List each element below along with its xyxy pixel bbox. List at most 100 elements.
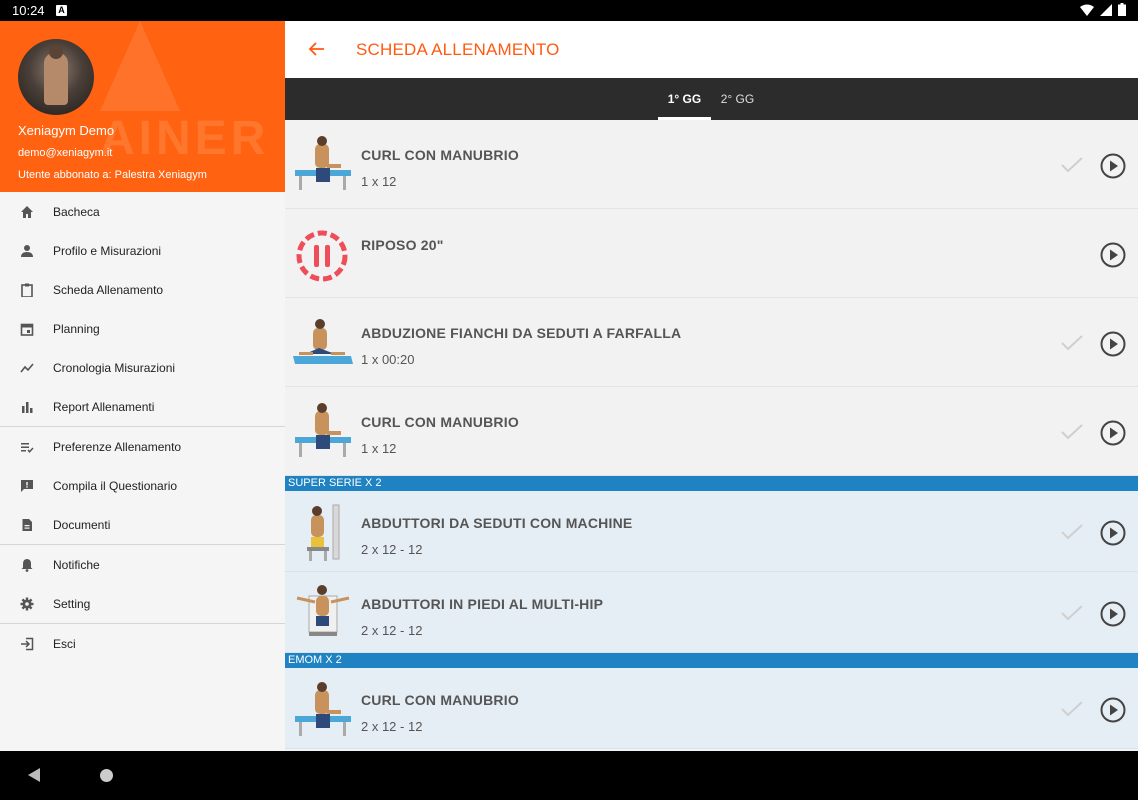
check-icon[interactable] bbox=[1060, 604, 1084, 622]
menu-item-preferenze[interactable]: Preferenze Allenamento bbox=[0, 427, 285, 466]
menu-item-esci[interactable]: Esci bbox=[0, 624, 285, 663]
navigation-drawer: AINER Xeniagym Demo demo@xeniagym.it Ute… bbox=[0, 21, 285, 751]
main-content: SCHEDA ALLENAMENTO 1° GG 2° GG CURL CON … bbox=[285, 21, 1138, 751]
day-tabs: 1° GG 2° GG bbox=[285, 78, 1138, 120]
menu-item-label: Planning bbox=[53, 321, 100, 336]
exercise-thumbnail bbox=[296, 585, 350, 636]
menu-item-planning[interactable]: Planning bbox=[0, 309, 285, 348]
user-email: demo@xeniagym.it bbox=[18, 147, 113, 159]
clipboard-icon bbox=[19, 282, 35, 298]
menu-item-questionario[interactable]: Compila il Questionario bbox=[0, 466, 285, 505]
menu-item-cronologia[interactable]: Cronologia Misurazioni bbox=[0, 348, 285, 387]
check-icon[interactable] bbox=[1060, 523, 1084, 541]
exercise-sets: 1 x 00:20 bbox=[361, 352, 415, 367]
home-icon bbox=[19, 204, 35, 220]
menu-item-label: Esci bbox=[53, 636, 76, 651]
exercise-row[interactable]: ABDUTTORI IN PIEDI AL MULTI-HIP 2 x 12 -… bbox=[285, 572, 1138, 653]
exercise-thumbnail bbox=[295, 136, 351, 190]
exercise-sets: 1 x 12 bbox=[361, 174, 397, 189]
play-icon[interactable] bbox=[1100, 153, 1126, 179]
nav-home-icon[interactable] bbox=[100, 769, 113, 782]
exercise-title: CURL CON MANUBRIO bbox=[361, 414, 519, 430]
menu-item-label: Documenti bbox=[53, 517, 111, 532]
exercise-thumbnail bbox=[307, 504, 340, 561]
status-time: 10:24 bbox=[12, 3, 45, 18]
exercise-thumbnail bbox=[293, 319, 353, 364]
menu-item-label: Notifiche bbox=[53, 557, 100, 572]
menu-item-documenti[interactable]: Documenti bbox=[0, 505, 285, 544]
check-icon[interactable] bbox=[1060, 423, 1084, 441]
exercise-row[interactable]: ABDUZIONE FIANCHI DA SEDUTI A FARFALLA 1… bbox=[285, 298, 1138, 387]
menu-item-bacheca[interactable]: Bacheca bbox=[0, 192, 285, 231]
calendar-icon bbox=[19, 321, 35, 337]
menu-item-label: Report Allenamenti bbox=[53, 399, 155, 414]
drawer-header: AINER Xeniagym Demo demo@xeniagym.it Ute… bbox=[0, 21, 285, 192]
signal-icon bbox=[1100, 3, 1112, 16]
avatar-head bbox=[49, 45, 63, 59]
exercise-sets: 1 x 12 bbox=[361, 441, 397, 456]
play-icon[interactable] bbox=[1100, 520, 1126, 546]
nav-back-icon[interactable] bbox=[28, 768, 40, 782]
menu-item-label: Compila il Questionario bbox=[53, 478, 178, 493]
pause-icon bbox=[296, 230, 348, 282]
check-icon[interactable] bbox=[1060, 700, 1084, 718]
menu-item-label: Setting bbox=[53, 596, 91, 611]
status-icons bbox=[1080, 3, 1126, 16]
exercise-sets: 2 x 12 - 12 bbox=[361, 719, 423, 734]
page-title: SCHEDA ALLENAMENTO bbox=[356, 40, 560, 59]
trend-icon bbox=[19, 360, 35, 376]
check-icon[interactable] bbox=[1060, 334, 1084, 352]
back-arrow-icon[interactable] bbox=[307, 39, 327, 59]
list-check-icon bbox=[19, 439, 35, 455]
exercise-title: CURL CON MANUBRIO bbox=[361, 147, 519, 163]
menu-item-label: Scheda Allenamento bbox=[53, 282, 164, 297]
play-icon[interactable] bbox=[1100, 242, 1126, 268]
menu-item-scheda[interactable]: Scheda Allenamento bbox=[0, 270, 285, 309]
notification-icon: A bbox=[56, 5, 67, 16]
play-icon[interactable] bbox=[1100, 331, 1126, 357]
avatar[interactable] bbox=[18, 39, 94, 115]
app-bar: SCHEDA ALLENAMENTO bbox=[285, 21, 1138, 78]
menu-item-profilo[interactable]: Profilo e Misurazioni bbox=[0, 231, 285, 270]
tab-day-1[interactable]: 1° GG bbox=[658, 78, 711, 120]
menu-item-label: Preferenze Allenamento bbox=[53, 439, 182, 454]
exercise-row[interactable]: CURL CON MANUBRIO 2 x 12 - 12 bbox=[285, 668, 1138, 749]
exit-icon bbox=[19, 636, 35, 652]
exercise-title: ABDUZIONE FIANCHI DA SEDUTI A FARFALLA bbox=[361, 325, 682, 341]
battery-icon bbox=[1118, 3, 1126, 16]
rest-row[interactable]: RIPOSO 20" bbox=[285, 209, 1138, 298]
play-icon[interactable] bbox=[1100, 601, 1126, 627]
menu-item-notifiche[interactable]: Notifiche bbox=[0, 545, 285, 584]
menu-item-label: Cronologia Misurazioni bbox=[53, 360, 176, 375]
menu-item-label: Bacheca bbox=[53, 204, 100, 219]
user-name: Xeniagym Demo bbox=[18, 123, 115, 138]
exercise-thumbnail bbox=[295, 403, 351, 457]
document-icon bbox=[19, 517, 35, 533]
menu-item-setting[interactable]: Setting bbox=[0, 584, 285, 623]
wifi-icon bbox=[1080, 4, 1094, 16]
subscription-info: Utente abbonato a: Palestra Xeniagym bbox=[18, 169, 207, 181]
exercise-row[interactable]: ABDUTTORI DA SEDUTI CON MACHINE 2 x 12 -… bbox=[285, 491, 1138, 572]
gear-icon bbox=[19, 596, 35, 612]
menu-item-report[interactable]: Report Allenamenti bbox=[0, 387, 285, 426]
superset-header: SUPER SERIE X 2 bbox=[285, 476, 1138, 491]
exercise-sets: 2 x 12 - 12 bbox=[361, 623, 423, 638]
exercise-row[interactable]: CURL CON MANUBRIO 1 x 12 bbox=[285, 387, 1138, 476]
menu-item-label: Profilo e Misurazioni bbox=[53, 243, 162, 258]
exercise-thumbnail bbox=[295, 682, 351, 736]
bar-chart-icon bbox=[19, 399, 35, 415]
rest-title: RIPOSO 20" bbox=[361, 237, 444, 253]
exercise-row[interactable]: CURL CON MANUBRIO 1 x 12 bbox=[285, 120, 1138, 209]
emom-header: EMOM X 2 bbox=[285, 653, 1138, 668]
feedback-icon bbox=[19, 478, 35, 494]
exercise-title: CURL CON MANUBRIO bbox=[361, 692, 519, 708]
brand-watermark bbox=[100, 21, 180, 111]
check-icon[interactable] bbox=[1060, 156, 1084, 174]
play-icon[interactable] bbox=[1100, 420, 1126, 446]
status-bar: 10:24 A bbox=[0, 0, 1138, 21]
exercise-sets: 2 x 12 - 12 bbox=[361, 542, 423, 557]
tab-day-2[interactable]: 2° GG bbox=[711, 78, 764, 120]
person-icon bbox=[19, 243, 35, 259]
exercise-title: ABDUTTORI DA SEDUTI CON MACHINE bbox=[361, 515, 633, 531]
play-icon[interactable] bbox=[1100, 697, 1126, 723]
